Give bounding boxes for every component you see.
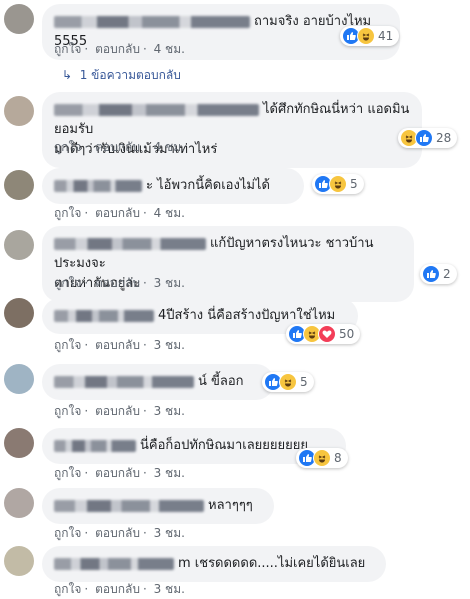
haha-reaction-icon (357, 27, 375, 45)
avatar[interactable] (4, 488, 34, 518)
avatar[interactable] (4, 428, 34, 458)
like-reaction-icon (415, 129, 433, 147)
reaction-count: 50 (339, 327, 355, 341)
haha-reaction-icon (313, 449, 331, 467)
view-replies-link[interactable]: ↳ 1 ข้อความตอบกลับ (62, 66, 181, 85)
comment-text: น์ ขี้ลอก (198, 374, 244, 389)
haha-reaction-icon (279, 373, 297, 391)
comment-text: m เชรดดดดด.....ไม่เคยได้ยินเลย (178, 556, 366, 571)
comment-item: ถามจริง อายบ้างไหม 5555 41 ถูกใจ · ตอบกลั… (0, 0, 470, 90)
reply-link[interactable]: ตอบกลับ (95, 582, 140, 596)
avatar[interactable] (4, 96, 34, 126)
timestamp[interactable]: 3 ชม. (154, 526, 185, 540)
reply-link[interactable]: ตอบกลับ (95, 338, 140, 352)
comment-actions: ถูกใจ · ตอบกลับ · 3 ชม. (54, 404, 185, 418)
blurred-author-name[interactable] (54, 439, 136, 452)
comment-item: ะ ไอ้พวกนี้คิดเองไม่ได้ 5 ถูกใจ · ตอบกลับ… (0, 164, 470, 220)
timestamp[interactable]: 3 ชม. (154, 276, 185, 290)
like-link[interactable]: ถูกใจ (54, 42, 81, 56)
reaction-count: 5 (350, 177, 358, 191)
like-link[interactable]: ถูกใจ (54, 338, 81, 352)
comment-item: 4ปีสร้าง นี่คือสร้างปัญหาใช่ไหม 50 ถูกใจ… (0, 294, 470, 352)
comment-item: แก้ปัญหาตรงไหนวะ ชาวบ้านประมงจะ ตายห่ากั… (0, 222, 470, 302)
reaction-summary[interactable]: 50 (286, 324, 361, 344)
like-link[interactable]: ถูกใจ (54, 404, 81, 418)
like-link[interactable]: ถูกใจ (54, 140, 81, 154)
comment-actions: ถูกใจ · ตอบกลับ · 4 ชม. (54, 140, 185, 154)
reaction-summary[interactable]: 28 (398, 128, 458, 148)
blurred-author-name[interactable] (54, 375, 194, 388)
timestamp[interactable]: 3 ชม. (154, 404, 185, 418)
timestamp[interactable]: 3 ชม. (154, 338, 185, 352)
reply-link[interactable]: ตอบกลับ (95, 276, 140, 290)
comment-item: น์ ขี้ลอก 5 ถูกใจ · ตอบกลับ · 3 ชม. (0, 360, 470, 418)
avatar[interactable] (4, 298, 34, 328)
comment-text: นี่คือก็อปทักษิณมาเลยยยยยยย (140, 438, 308, 453)
comment-actions: ถูกใจ · ตอบกลับ · 4 ชม. (54, 42, 185, 56)
blurred-author-name[interactable] (54, 179, 142, 192)
comment-item: นี่คือก็อปทักษิณมาเลยยยยยยย 8 ถูกใจ · ตอบ… (0, 424, 470, 480)
avatar[interactable] (4, 364, 34, 394)
like-link[interactable]: ถูกใจ (54, 526, 81, 540)
reply-link[interactable]: ตอบกลับ (95, 466, 140, 480)
blurred-author-name[interactable] (54, 237, 206, 250)
reaction-summary[interactable]: 5 (312, 174, 364, 194)
reply-link[interactable]: ตอบกลับ (95, 404, 140, 418)
reply-arrow-icon: ↳ (62, 68, 73, 82)
comment-item: ได้ศึกทักษิณนี่หว่า แอดมินยอมรับ มาดีๆว่… (0, 92, 470, 168)
blurred-author-name[interactable] (54, 309, 154, 322)
reaction-summary[interactable]: 5 (262, 372, 314, 392)
comment-text: 4ปีสร้าง นี่คือสร้างปัญหาใช่ไหม (158, 308, 336, 323)
comment-actions: ถูกใจ · ตอบกลับ · 3 ชม. (54, 338, 185, 352)
timestamp[interactable]: 4 ชม. (154, 206, 185, 220)
timestamp[interactable]: 3 ชม. (154, 582, 185, 596)
avatar[interactable] (4, 4, 34, 34)
comment-item: m เชรดดดดด.....ไม่เคยได้ยินเลย ถูกใจ · ตอ… (0, 542, 470, 596)
haha-reaction-icon (329, 175, 347, 193)
timestamp[interactable]: 3 ชม. (154, 466, 185, 480)
timestamp[interactable]: 4 ชม. (154, 42, 185, 56)
blurred-author-name[interactable] (54, 557, 174, 570)
comment-actions: ถูกใจ · ตอบกลับ · 3 ชม. (54, 276, 185, 290)
like-link[interactable]: ถูกใจ (54, 582, 81, 596)
avatar[interactable] (4, 230, 34, 260)
avatar[interactable] (4, 170, 34, 200)
comment-bubble: หลาๆๆๆ (42, 488, 274, 524)
reaction-count: 5 (300, 375, 308, 389)
reply-link[interactable]: ตอบกลับ (95, 140, 140, 154)
comment-text: ะ ไอ้พวกนี้คิดเองไม่ได้ (146, 178, 270, 193)
comment-bubble: ะ ไอ้พวกนี้คิดเองไม่ได้ (42, 168, 304, 204)
reaction-summary[interactable]: 2 (420, 264, 457, 284)
timestamp[interactable]: 4 ชม. (154, 140, 185, 154)
comment-actions: ถูกใจ · ตอบกลับ · 3 ชม. (54, 526, 185, 540)
reply-link[interactable]: ตอบกลับ (95, 526, 140, 540)
reaction-count: 28 (436, 131, 452, 145)
avatar[interactable] (4, 546, 34, 576)
reaction-summary[interactable]: 8 (296, 448, 348, 468)
reply-link[interactable]: ตอบกลับ (95, 42, 140, 56)
like-link[interactable]: ถูกใจ (54, 466, 81, 480)
comment-item: หลาๆๆๆ ถูกใจ · ตอบกลับ · 3 ชม. (0, 484, 470, 540)
reply-link[interactable]: ตอบกลับ (95, 206, 140, 220)
comment-actions: ถูกใจ · ตอบกลับ · 4 ชม. (54, 206, 185, 220)
blurred-author-name[interactable] (54, 103, 259, 116)
blurred-author-name[interactable] (54, 499, 204, 512)
comment-bubble: m เชรดดดดด.....ไม่เคยได้ยินเลย (42, 546, 386, 582)
comment-actions: ถูกใจ · ตอบกลับ · 3 ชม. (54, 582, 185, 596)
blurred-author-name[interactable] (54, 15, 250, 28)
comment-bubble: น์ ขี้ลอก (42, 364, 274, 400)
comment-actions: ถูกใจ · ตอบกลับ · 3 ชม. (54, 466, 185, 480)
reaction-count: 41 (378, 29, 394, 43)
like-link[interactable]: ถูกใจ (54, 206, 81, 220)
reaction-count: 8 (334, 451, 342, 465)
comment-text: หลาๆๆๆ (208, 498, 253, 513)
love-reaction-icon (318, 325, 336, 343)
like-link[interactable]: ถูกใจ (54, 276, 81, 290)
reaction-summary[interactable]: 41 (340, 26, 400, 46)
reaction-count: 2 (443, 267, 451, 281)
like-reaction-icon (422, 265, 440, 283)
